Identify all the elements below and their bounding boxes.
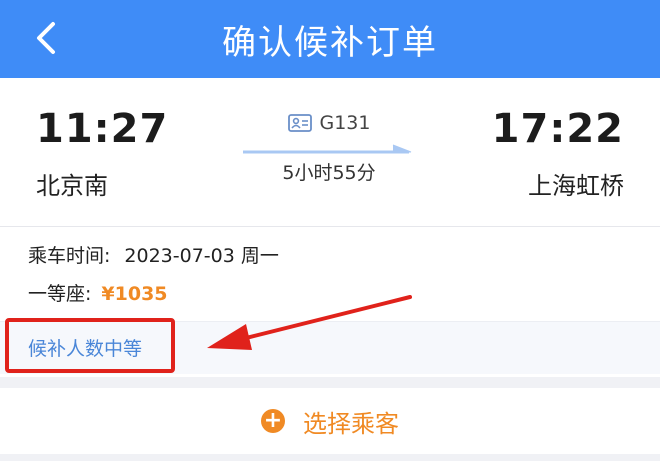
order-detail-card: 乘车时间: 2023-07-03 周一 一等座: ¥1035 候补人数中等 bbox=[0, 227, 660, 377]
back-button[interactable] bbox=[22, 14, 70, 62]
departure-station: 北京南 bbox=[36, 172, 108, 200]
direction-arrow bbox=[243, 142, 415, 156]
seat-price: ¥1035 bbox=[101, 283, 168, 305]
arrival-time: 17:22 bbox=[491, 106, 624, 152]
annotation-highlight-box bbox=[5, 318, 175, 373]
train-number: G131 bbox=[319, 112, 371, 134]
seat-row: 一等座: ¥1035 bbox=[28, 279, 168, 306]
train-info: G131 5小时55分 bbox=[242, 112, 416, 185]
trip-card: 11:27 北京南 G131 5小时55分 17:22 上海虹桥 bbox=[0, 78, 660, 227]
header-bar: 确认候补订单 bbox=[0, 0, 660, 78]
select-passenger-button[interactable]: + 选择乘客 bbox=[0, 388, 660, 454]
seat-label: 一等座: bbox=[28, 283, 92, 305]
ride-time-row: 乘车时间: 2023-07-03 周一 bbox=[28, 241, 279, 268]
chevron-left-icon bbox=[37, 22, 55, 54]
page-title: 确认候补订单 bbox=[222, 22, 438, 63]
trip-duration: 5小时55分 bbox=[282, 162, 376, 184]
select-passenger-label: 选择乘客 bbox=[303, 409, 399, 438]
plus-circle-icon: + bbox=[261, 409, 285, 433]
arrival-station: 上海虹桥 bbox=[528, 172, 624, 200]
ride-time-value: 2023-07-03 周一 bbox=[124, 245, 279, 267]
departure-time: 11:27 bbox=[36, 106, 169, 152]
ride-time-label: 乘车时间: bbox=[28, 245, 111, 267]
page: 确认候补订单 11:27 北京南 G131 5小时55分 17:22 上海虹桥 … bbox=[0, 0, 660, 461]
id-card-icon bbox=[287, 114, 312, 132]
